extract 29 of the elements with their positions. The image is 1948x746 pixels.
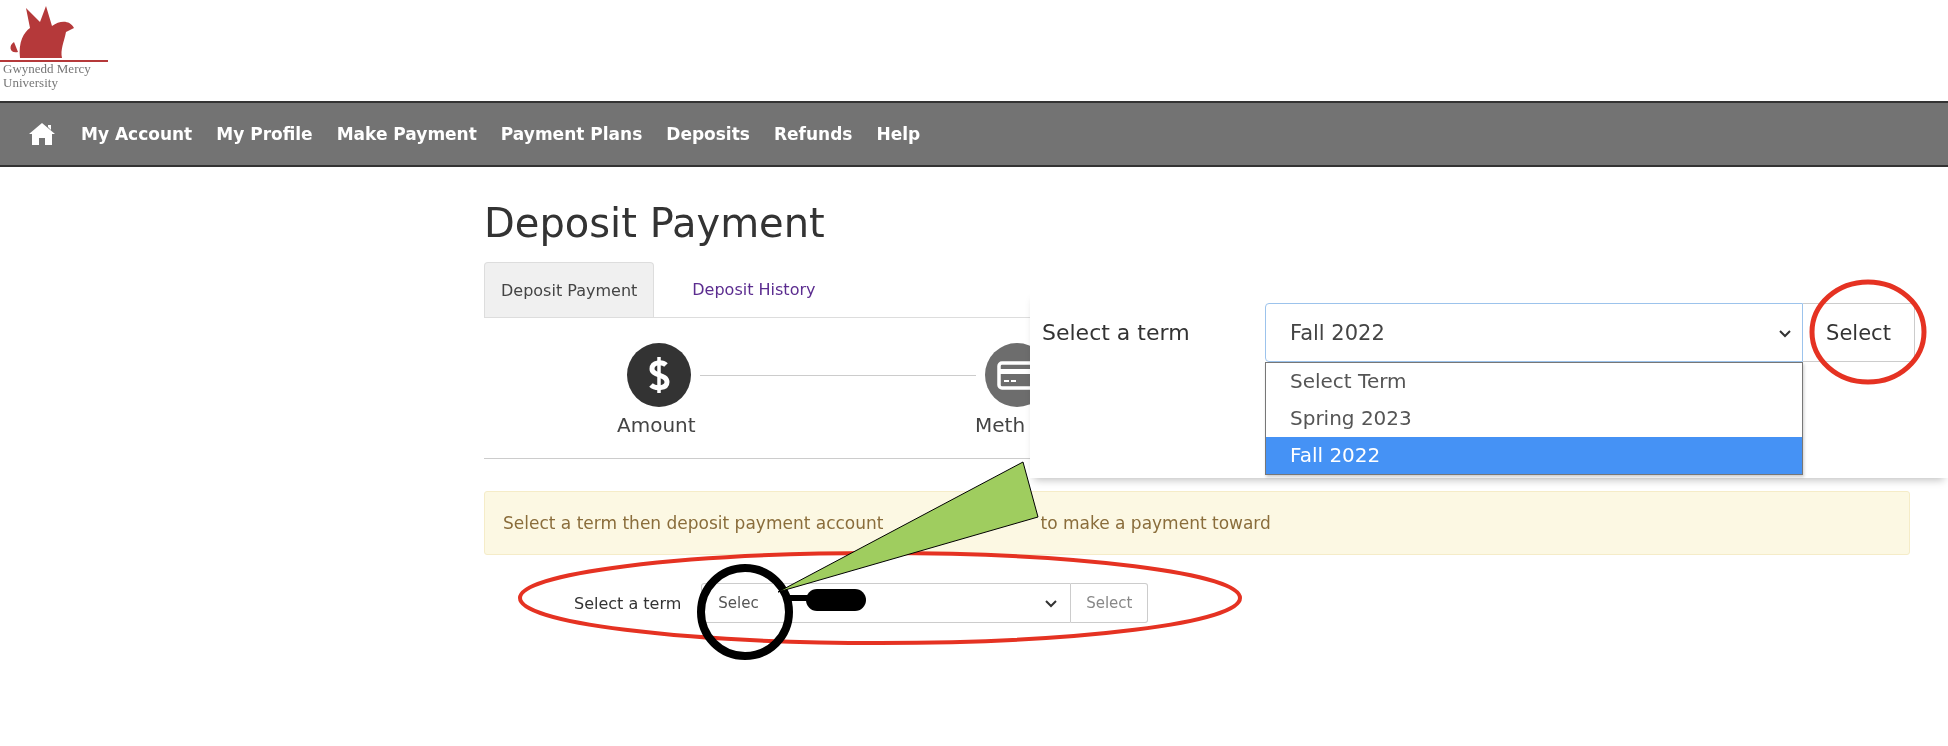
alert-text: Select a term then deposit payment account: [503, 513, 884, 533]
step-label: Amount: [617, 413, 697, 437]
nav-link[interactable]: Refunds: [773, 124, 853, 144]
tab[interactable]: Deposit Payment: [484, 262, 655, 317]
select-button[interactable]: Select: [1803, 303, 1915, 362]
home-icon: [28, 121, 56, 147]
nav-link[interactable]: Make Payment: [336, 124, 477, 144]
field-label: Select a term: [574, 593, 682, 613]
nav-link[interactable]: My Account: [81, 124, 193, 144]
nav-link[interactable]: Help: [876, 124, 921, 144]
dropdown-option[interactable]: Fall 2022: [1266, 437, 1802, 474]
select-value: Selec: [718, 594, 759, 612]
step-label: Meth: [975, 413, 1027, 437]
term-select[interactable]: Fall 2022: [1265, 303, 1803, 362]
dropdown-option[interactable]: Select Term: [1266, 363, 1802, 400]
select-button[interactable]: Select: [1071, 583, 1149, 623]
nav-link[interactable]: Payment Plans: [500, 124, 643, 144]
tab[interactable]: Deposit History: [676, 262, 832, 317]
logo-text: University: [2, 76, 58, 90]
logo-text: Gwynedd Mercy: [2, 62, 92, 76]
chevron-down-icon: [1044, 598, 1059, 608]
field-label: Select a term: [1041, 320, 1191, 345]
nav-link[interactable]: My Profile: [216, 124, 313, 144]
select-value: Fall 2022: [1290, 320, 1385, 345]
chevron-down-icon: [1778, 327, 1792, 338]
nav-link[interactable]: Deposits: [666, 124, 750, 144]
dropdown-option[interactable]: Spring 2023: [1266, 400, 1802, 437]
page-title: Deposit Payment: [484, 199, 826, 248]
alert-text: to make a payment toward: [1040, 513, 1271, 533]
